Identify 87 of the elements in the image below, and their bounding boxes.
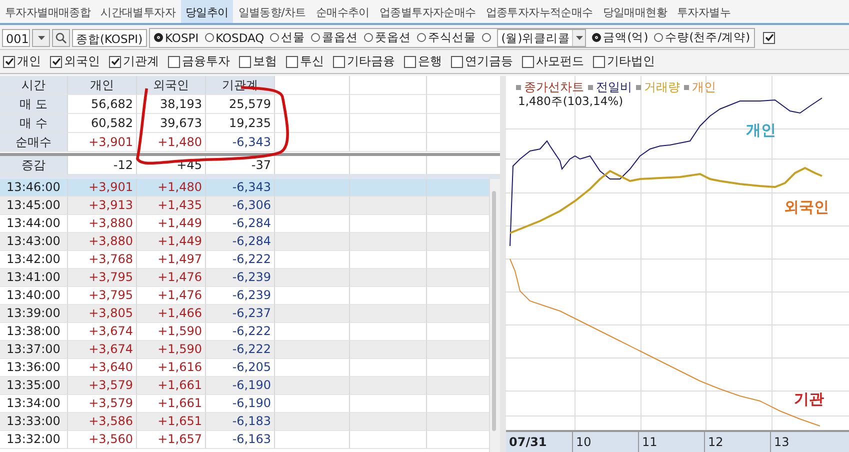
investor-checkbox[interactable]: 보험 — [239, 53, 277, 70]
market-radio[interactable]: 주식선물 — [417, 30, 476, 45]
unit-radio[interactable]: 수량(천주/계약) — [654, 30, 750, 45]
caret-icon — [576, 36, 583, 40]
table-cell: +1,480 — [137, 133, 206, 152]
tab[interactable]: 업종투자자누적순매수 — [480, 0, 598, 23]
series-label: 외국인 — [784, 198, 829, 217]
table-cell: 19,235 — [206, 114, 275, 133]
table-row[interactable]: 13:35:00 +3,579 +1,661 -6,190 — [0, 377, 489, 395]
investor-checkbox[interactable]: 연기금등 — [451, 53, 513, 70]
tab[interactable]: 일별동향/차트 — [233, 0, 311, 23]
table-cell: 25,579 — [206, 95, 275, 114]
tab[interactable]: 순매수추이 — [310, 0, 374, 23]
investor-checkbox[interactable]: 은행 — [404, 53, 442, 70]
market-radio[interactable]: 콜옵션 — [311, 30, 358, 45]
table-row[interactable]: 13:37:00 +3,674 +1,590 -6,222 — [0, 341, 489, 359]
table-row[interactable]: 13:39:00 +3,805 +1,466 -6,237 — [0, 305, 489, 323]
investor-checkbox[interactable]: 기타법인 — [593, 53, 655, 70]
scrollbar[interactable] — [489, 179, 500, 452]
legend-item: 전일비 — [588, 79, 632, 96]
table-row[interactable]: 13:33:00 +3,586 +1,651 -6,183 — [0, 413, 489, 431]
tab[interactable]: 투자자별누 — [672, 0, 736, 23]
investor-checkbox[interactable]: 개인 — [3, 53, 41, 70]
dropdown-button[interactable] — [32, 28, 50, 46]
row-header: 매 수 — [0, 114, 68, 133]
table-cell: 56,682 — [68, 95, 137, 114]
market-radio[interactable]: KOSDAQ — [204, 30, 264, 44]
index-name-field[interactable]: 종합(KOSPI) — [72, 28, 147, 46]
scrollbar-thumb[interactable] — [492, 191, 496, 431]
axis-label: 13 — [770, 432, 849, 452]
check-icon — [764, 33, 774, 42]
table-cell: 38,193 — [137, 95, 206, 114]
series-label: 개인 — [746, 121, 776, 140]
tab[interactable]: 당일매매현황 — [598, 0, 672, 23]
column-header: 시간 — [0, 76, 68, 95]
row-header: 매 도 — [0, 95, 68, 114]
checkbox[interactable] — [763, 32, 776, 44]
tab[interactable]: 투자자별매매종합 — [0, 0, 96, 23]
investor-checkbox[interactable]: 기타금융 — [333, 53, 395, 70]
market-radio[interactable]: 선물 — [270, 30, 306, 45]
table-row[interactable]: 13:32:00 +3,560 +1,657 -6,163 — [0, 431, 489, 449]
investor-checkbox[interactable]: 투신 — [286, 53, 324, 70]
tab[interactable]: 업종별투자자순매수 — [374, 0, 481, 23]
tab[interactable]: 시간대별투자자 — [96, 0, 181, 23]
search-button[interactable] — [52, 28, 70, 46]
table-cell: 60,582 — [68, 114, 137, 133]
axis-label: 12 — [704, 432, 770, 452]
investor-checkbox[interactable]: 기관계 — [109, 53, 159, 70]
investor-checkbox[interactable]: 사모펀드 — [522, 53, 584, 70]
table-row[interactable]: 13:46:00 +3,901 +1,480 -6,343 — [0, 179, 489, 197]
chart-reading: 1,480주(103,14%) — [518, 94, 624, 109]
row-header: 순매수 — [0, 133, 68, 152]
check-icon — [52, 57, 60, 66]
legend-marker-icon — [588, 85, 593, 90]
axis-label: 07/31 — [508, 434, 548, 451]
table-cell: 39,673 — [137, 114, 206, 133]
legend-marker-icon — [636, 85, 641, 90]
legend-item: 종가선차트 — [516, 79, 584, 96]
investor-checkbox[interactable]: 외국인 — [50, 53, 100, 70]
table-cell: -37 — [206, 156, 275, 175]
check-icon — [4, 57, 14, 66]
table-row[interactable]: 13:41:00 +3,795 +1,476 -6,239 — [0, 269, 489, 287]
unit-radio[interactable]: 금액(억) — [592, 30, 648, 45]
column-header: 개인 — [68, 76, 137, 95]
table-row[interactable]: 13:45:00 +3,913 +1,435 -6,306 — [0, 197, 489, 215]
weekly-option-dropdown[interactable]: (월)위클리콜 — [497, 28, 586, 46]
table-row[interactable]: 13:43:00 +3,880 +1,449 -6,284 — [0, 233, 489, 251]
axis-label: 11 — [638, 432, 704, 452]
row-header: 증감 — [0, 156, 68, 175]
check-icon — [110, 57, 120, 66]
legend-item: 개인 — [684, 79, 716, 96]
series-label: 기관 — [794, 390, 824, 409]
table-cell: +3,901 — [68, 133, 137, 152]
weekly-radio[interactable] — [482, 33, 492, 42]
axis-label: 10 — [572, 432, 638, 452]
code-field[interactable]: 001 — [2, 28, 30, 46]
investor-checkbox[interactable]: 금융투자 — [168, 53, 230, 70]
market-radio[interactable]: 풋옵션 — [364, 30, 412, 45]
table-cell: -12 — [68, 156, 137, 175]
tab[interactable]: 당일추이 — [180, 0, 234, 23]
table-cell: -6,343 — [206, 133, 275, 152]
market-radio[interactable]: KOSPI — [154, 30, 199, 44]
caret-icon — [38, 36, 44, 40]
legend-marker-icon — [684, 85, 689, 90]
legend-item: 거래량 — [636, 79, 680, 96]
legend-marker-icon — [516, 85, 521, 90]
column-header: 외국인 — [137, 76, 206, 95]
